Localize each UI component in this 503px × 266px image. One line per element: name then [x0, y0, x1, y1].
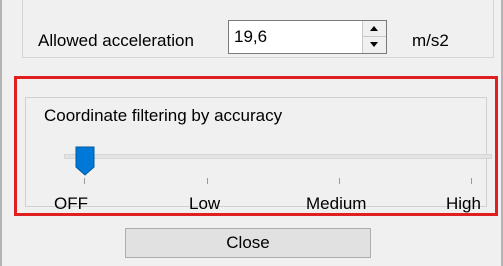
level-label-off: OFF	[54, 194, 88, 213]
slider-tick	[207, 178, 208, 184]
triangle-up-icon	[370, 26, 378, 31]
level-label-low: Low	[189, 194, 221, 213]
slider-thumb-icon[interactable]	[75, 146, 95, 176]
filtering-group: Coordinate filtering by accuracy OFF Low…	[25, 97, 492, 213]
acceleration-value[interactable]: 19,6	[234, 27, 267, 47]
level-label-high: High	[446, 194, 481, 213]
slider-tick	[84, 178, 85, 184]
acceleration-unit: m/s2	[412, 31, 449, 50]
slider-tick	[471, 178, 472, 184]
filtering-group-title: Coordinate filtering by accuracy	[40, 106, 287, 126]
close-button[interactable]: Close	[125, 228, 371, 258]
acceleration-input[interactable]: 19,6	[228, 20, 387, 54]
window-border-left	[0, 0, 2, 266]
acceleration-label: Allowed acceleration	[38, 31, 194, 50]
level-label-medium: Medium	[306, 194, 367, 213]
spin-up-button[interactable]	[363, 21, 386, 37]
highlight-frame: Coordinate filtering by accuracy OFF Low…	[14, 76, 498, 216]
triangle-down-icon	[370, 42, 378, 47]
spin-down-button[interactable]	[363, 37, 386, 53]
acceleration-spinner[interactable]	[362, 21, 386, 53]
slider-tick	[339, 178, 340, 184]
slider-track[interactable]	[64, 154, 492, 159]
